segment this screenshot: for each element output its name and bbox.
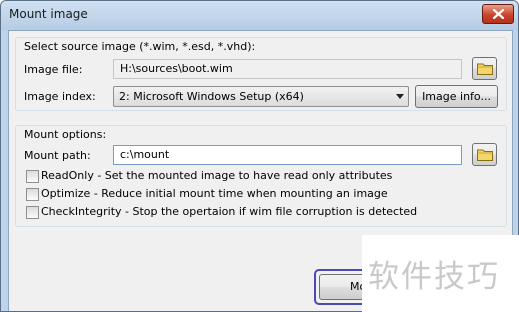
image-info-button[interactable]: Image info...	[415, 85, 498, 108]
browse-mount-path-button[interactable]	[472, 143, 497, 166]
optimize-checkbox[interactable]	[26, 188, 39, 201]
mount-path-label: Mount path:	[24, 149, 91, 162]
readonly-label: ReadOnly - Set the mounted image to have…	[41, 169, 393, 182]
check-integrity-checkbox[interactable]	[26, 206, 39, 219]
folder-icon	[476, 63, 493, 75]
mount-options-label: Mount options:	[24, 128, 107, 141]
folder-icon	[476, 149, 493, 161]
watermark-text: 软件技巧	[368, 259, 500, 295]
mount-path-input[interactable]: c:\mount	[113, 145, 462, 165]
chevron-down-icon	[396, 94, 404, 99]
optimize-label: Optimize - Reduce initial mount time whe…	[41, 187, 388, 200]
source-group-label: Select source image (*.wim, *.esd, *.vhd…	[24, 40, 256, 53]
image-index-label: Image index:	[24, 90, 96, 103]
image-file-field[interactable]: H:\sources\boot.wim	[113, 59, 462, 79]
image-index-select[interactable]: 2: Microsoft Windows Setup (x64)	[113, 86, 409, 107]
close-icon	[492, 9, 504, 19]
window-title: Mount image	[9, 7, 88, 21]
image-file-label: Image file:	[24, 63, 83, 76]
image-index-value: 2: Microsoft Windows Setup (x64)	[119, 90, 304, 103]
title-bar: Mount image	[1, 1, 518, 30]
readonly-checkbox[interactable]	[26, 170, 39, 183]
browse-image-button[interactable]	[472, 57, 497, 80]
check-integrity-label: CheckIntegrity - Stop the opertaion if w…	[41, 205, 418, 218]
watermark-overlay: 软件技巧	[362, 235, 519, 312]
source-group: Select source image (*.wim, *.esd, *.vhd…	[15, 37, 507, 111]
close-button[interactable]	[482, 4, 514, 24]
mount-options-group: Mount options: Mount path: c:\mount Read…	[15, 125, 507, 227]
